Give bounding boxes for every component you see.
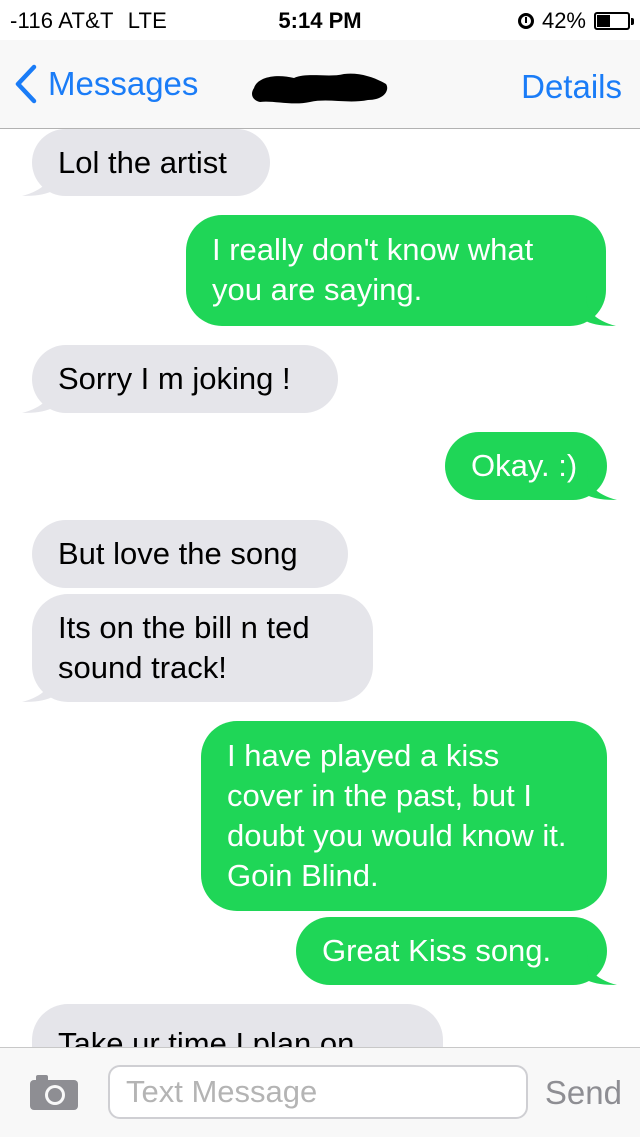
message-text: Great Kiss song. <box>322 933 552 968</box>
message-outgoing[interactable]: Okay. :) <box>445 432 617 500</box>
redacted-contact-name <box>252 73 388 104</box>
bubble-tail <box>587 955 617 985</box>
bubble-tail <box>586 296 616 326</box>
status-bar: -116 AT&T LTE 5:14 PM 42% <box>0 0 640 40</box>
message-outgoing[interactable]: I have played a kiss cover in the past, … <box>201 721 607 911</box>
message-text: Take ur time I plan on <box>58 1026 355 1047</box>
bubble-tail <box>587 470 617 500</box>
back-label: Messages <box>48 65 199 102</box>
battery-fill <box>597 15 610 27</box>
message-text: Sorry I m joking ! <box>58 361 291 396</box>
bubble-tail <box>22 383 52 413</box>
message-outgoing[interactable]: I really don't know what you are saying. <box>186 215 616 326</box>
message-composer: Send <box>0 1047 640 1137</box>
bubble-tail <box>22 672 52 702</box>
message-incoming[interactable]: Lol the artist <box>22 129 270 196</box>
message-outgoing[interactable]: Great Kiss song. <box>296 917 617 985</box>
message-incoming[interactable]: Its on the bill n ted sound track! <box>22 594 373 702</box>
back-button[interactable]: Messages <box>14 64 198 104</box>
message-incoming[interactable]: Sorry I m joking ! <box>22 345 338 413</box>
bubble-tail <box>22 166 52 196</box>
camera-icon[interactable] <box>28 1072 80 1112</box>
chevron-left-icon <box>15 64 37 104</box>
battery-icon <box>594 12 634 30</box>
message-text: I really don't know what you are saying. <box>212 232 534 307</box>
text-message-input[interactable] <box>108 1065 528 1119</box>
message-incoming[interactable]: Take ur time I plan on <box>32 1004 443 1047</box>
send-button[interactable]: Send <box>545 1074 622 1112</box>
message-text: Lol the artist <box>58 145 227 180</box>
message-text: Okay. :) <box>471 448 578 483</box>
message-text: Its on the bill n ted sound track! <box>58 610 310 685</box>
battery-percent: 42% <box>541 8 586 33</box>
conversation-thread[interactable]: Lol the artist I really don't know what … <box>0 129 640 1047</box>
message-text: I have played a kiss cover in the past, … <box>227 738 567 893</box>
details-button[interactable]: Details <box>521 68 622 106</box>
message-text: But love the song <box>58 536 298 571</box>
navigation-bar: Messages Details <box>0 40 640 129</box>
status-right: 42% <box>517 8 634 34</box>
alarm-icon <box>517 13 534 29</box>
message-incoming[interactable]: But love the song <box>32 520 348 588</box>
